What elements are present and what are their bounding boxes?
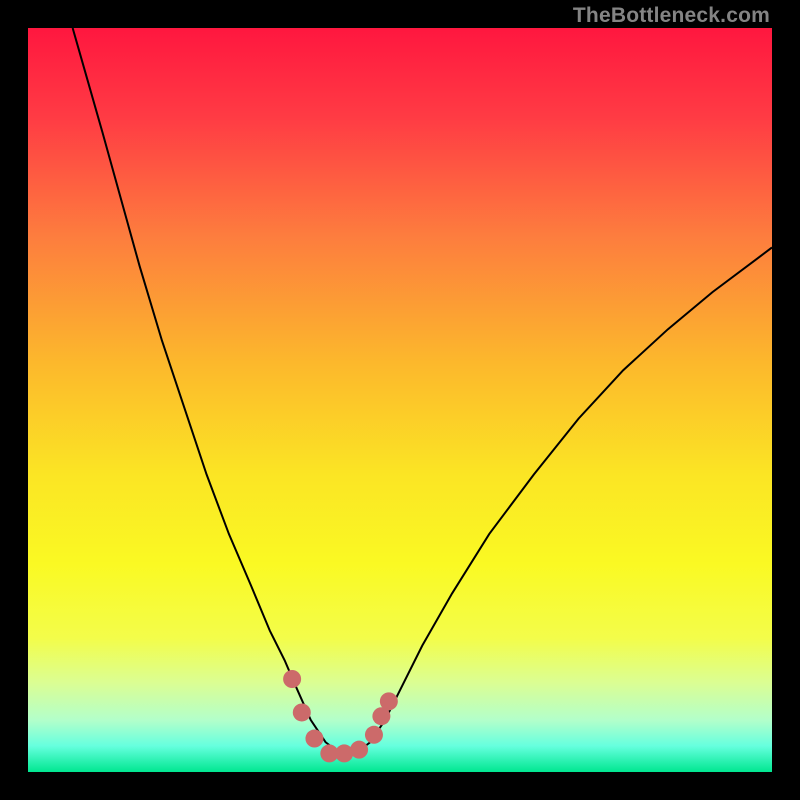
plot-area [28,28,772,772]
marker-dot [305,730,323,748]
curve-overlay [28,28,772,772]
watermark-text: TheBottleneck.com [573,4,770,28]
marker-dot [350,741,368,759]
marker-dot [283,670,301,688]
marker-dot [365,726,383,744]
bottleneck-curve [73,28,772,753]
marker-dots [283,670,398,762]
marker-dot [293,703,311,721]
marker-dot [380,692,398,710]
chart-frame: TheBottleneck.com [0,0,800,800]
